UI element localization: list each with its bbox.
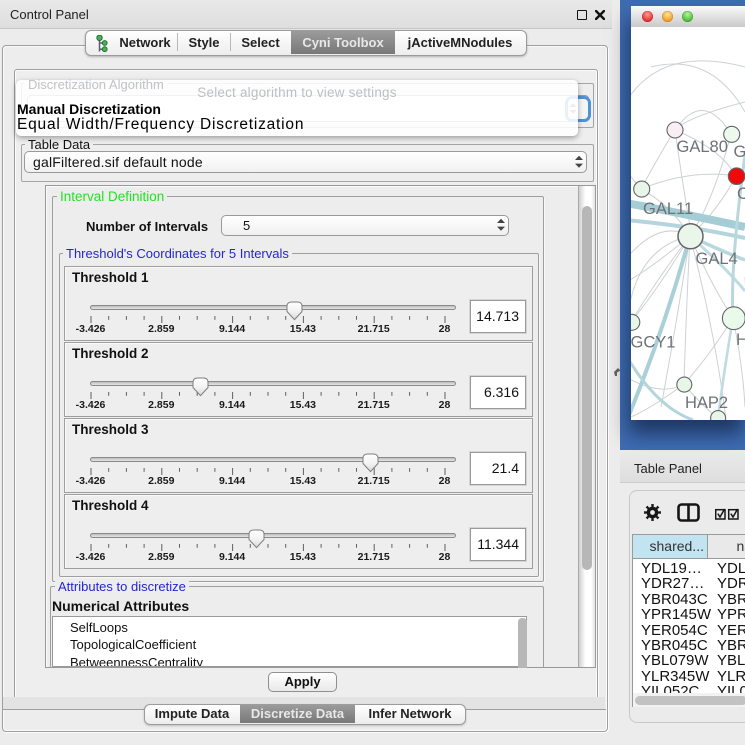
svg-text:GCY1: GCY1 [631, 334, 675, 352]
svg-text:GAL11: GAL11 [643, 200, 693, 218]
svg-text:HAP2: HAP2 [685, 394, 728, 412]
svg-text:GAL80: GAL80 [677, 138, 728, 156]
svg-text:C: C [737, 185, 745, 203]
svg-text:GA: GA [734, 143, 745, 161]
svg-text:H: H [736, 331, 745, 349]
svg-text:GAL4: GAL4 [696, 250, 738, 268]
